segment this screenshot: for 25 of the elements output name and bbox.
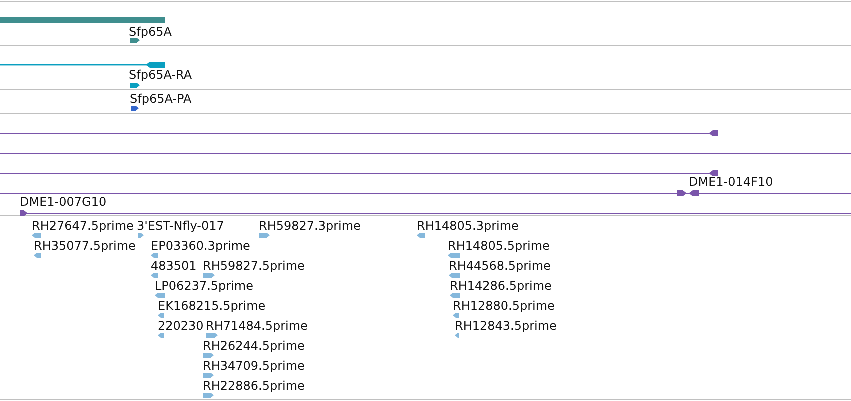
feature-label: RH14805.5prime xyxy=(448,239,550,253)
feature-label: DME1-014F10 xyxy=(689,175,774,189)
feature-label: RH27647.5prime xyxy=(32,219,134,233)
feature-label: RH14286.5prime xyxy=(450,279,552,293)
feature-label: RH14805.3prime xyxy=(417,219,519,233)
feature-label: RH59827.5prime xyxy=(203,259,305,273)
feature-label: RH34709.5prime xyxy=(203,359,305,373)
feature-label: RH35077.5prime xyxy=(34,239,136,253)
feature-label: Sfp65A-PA xyxy=(130,92,192,106)
feature-label: RH44568.5prime xyxy=(449,259,551,273)
feature-label: 3'EST-Nfly-017 xyxy=(137,219,224,233)
feature-label: RH12843.5prime xyxy=(455,319,557,333)
feature-label: 483501 xyxy=(151,259,197,273)
feature-label: RH59827.3prime xyxy=(259,219,361,233)
feature-label: RH22886.5prime xyxy=(203,379,305,393)
feature-label: EK168215.5prime xyxy=(158,299,266,313)
feature-label: DME1-007G10 xyxy=(20,195,107,209)
feature-label: RH71484.5prime xyxy=(206,319,308,333)
feature-label: Sfp65A-RA xyxy=(129,68,192,82)
feature-label: LP06237.5prime xyxy=(155,279,254,293)
feature-label: RH26244.5prime xyxy=(203,339,305,353)
feature-label: 220230 xyxy=(158,319,204,333)
feature-label: EP03360.3prime xyxy=(151,239,250,253)
feature-label: RH12880.5prime xyxy=(453,299,555,313)
feature-label: Sfp65A xyxy=(129,25,172,39)
